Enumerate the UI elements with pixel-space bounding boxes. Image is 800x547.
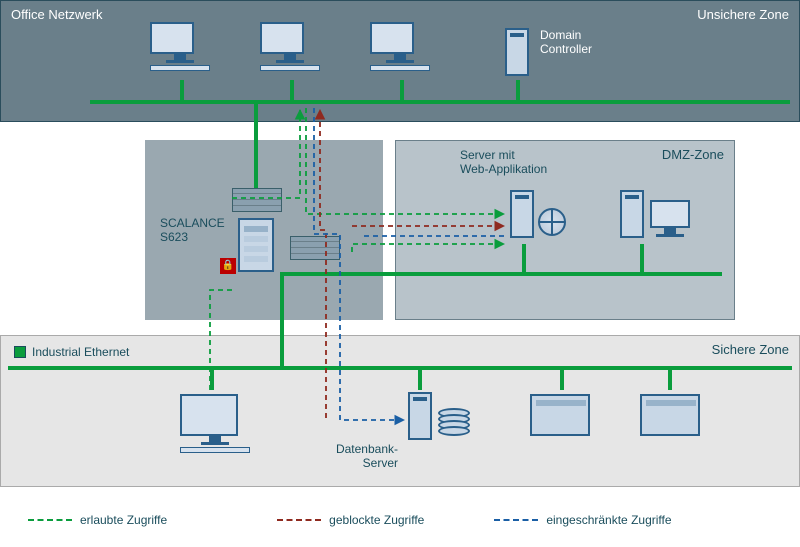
bus-drop-pc1: [180, 80, 184, 102]
plc-icon: [530, 394, 590, 436]
bus-drop-pc3: [400, 80, 404, 102]
pc-icon: [180, 394, 250, 453]
legend-allowed: erlaubte Zugriffe: [28, 513, 167, 527]
office-network-label: Office Netzwerk: [11, 7, 103, 22]
bus-drop-db: [418, 366, 422, 390]
legend-allowed-label: erlaubte Zugriffe: [80, 513, 167, 527]
workstation-server-icon: [620, 190, 644, 238]
web-server-label: Server mit Web-Applikation: [460, 148, 547, 177]
legend-blocked-label: geblockte Zugriffe: [329, 513, 424, 527]
domain-controller-icon: [505, 28, 529, 76]
legend: erlaubte Zugriffe geblockte Zugriffe ein…: [0, 500, 800, 540]
web-server-icon: [510, 190, 534, 238]
workstation-pc-icon: [650, 200, 690, 237]
bus-drop-dc: [516, 80, 520, 102]
industrial-ethernet-icon: [14, 346, 26, 358]
bus-safe: [8, 366, 792, 370]
pc-icon: [260, 22, 320, 71]
industrial-ethernet-label: Industrial Ethernet: [32, 345, 129, 359]
legend-blocked: geblockte Zugriffe: [277, 513, 424, 527]
unsafe-zone-label: Unsichere Zone: [697, 7, 789, 22]
plc-icon: [640, 394, 700, 436]
bus-drop-pc2: [290, 80, 294, 102]
globe-icon: [538, 208, 566, 236]
database-icon: [438, 408, 470, 436]
pc-icon: [150, 22, 210, 71]
bus-scalance-to-safe: [280, 272, 284, 368]
firewall-icon: [290, 236, 340, 260]
bus-drop-pc-safe: [210, 366, 214, 390]
lock-icon: 🔒: [220, 258, 236, 274]
firewall-icon: [232, 188, 282, 212]
dmz-zone-label: DMZ-Zone: [662, 147, 724, 162]
domain-controller-label: Domain Controller: [540, 28, 592, 57]
bus-unsafe: [90, 100, 790, 104]
db-server-icon: [408, 392, 432, 440]
scalance-label: SCALANCE S623: [160, 216, 225, 245]
bus-drop-plc1: [560, 366, 564, 390]
bus-drop-workstation: [640, 244, 644, 274]
legend-restricted: eingeschränkte Zugriffe: [494, 513, 671, 527]
db-server-label: Datenbank- Server: [318, 442, 398, 471]
bus-drop-webserver: [522, 244, 526, 274]
bus-dmz: [282, 272, 722, 276]
safe-zone-label: Sichere Zone: [712, 342, 789, 357]
legend-restricted-label: eingeschränkte Zugriffe: [546, 513, 671, 527]
pc-icon: [370, 22, 430, 71]
scalance-device-icon: [238, 218, 274, 272]
bus-drop-plc2: [668, 366, 672, 390]
